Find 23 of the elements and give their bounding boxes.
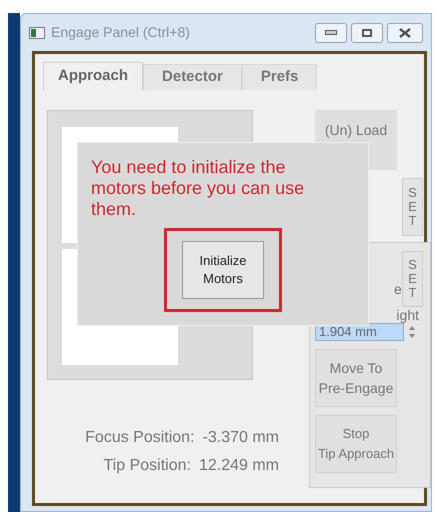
height-field[interactable]: 1.904 mm [315,323,404,341]
initialize-button[interactable]: Initialize Motors [182,241,264,299]
set-button[interactable]: SET [402,251,423,307]
move-button[interactable]: Move To Pre-Engage [315,349,397,407]
set-button[interactable]: SET [402,178,423,236]
tab[interactable]: Prefs [242,64,318,90]
field-label: ight [396,307,419,323]
window-title: Engage Panel (Ctrl+8) [51,23,190,42]
close-icon [399,28,411,38]
spinner-arrows-icon[interactable] [408,325,416,339]
tab[interactable]: Approach [43,62,144,90]
position-label: Tip Position: [104,456,191,476]
maximize-button[interactable] [351,22,383,42]
app-icon [29,26,45,38]
field-label: e [394,280,402,299]
stop-button[interactable]: Stop Tip Approach [315,415,397,473]
position-label: Focus Position: [85,428,195,448]
minimize-button[interactable] [315,22,347,42]
position-value: 12.249 mm [198,456,279,476]
position-value: -3.370 mm [202,428,279,448]
close-button[interactable] [387,22,423,42]
tab[interactable]: Detector [143,64,242,90]
warning-message: You need to initialize the motors before you can use them. [91,156,306,220]
